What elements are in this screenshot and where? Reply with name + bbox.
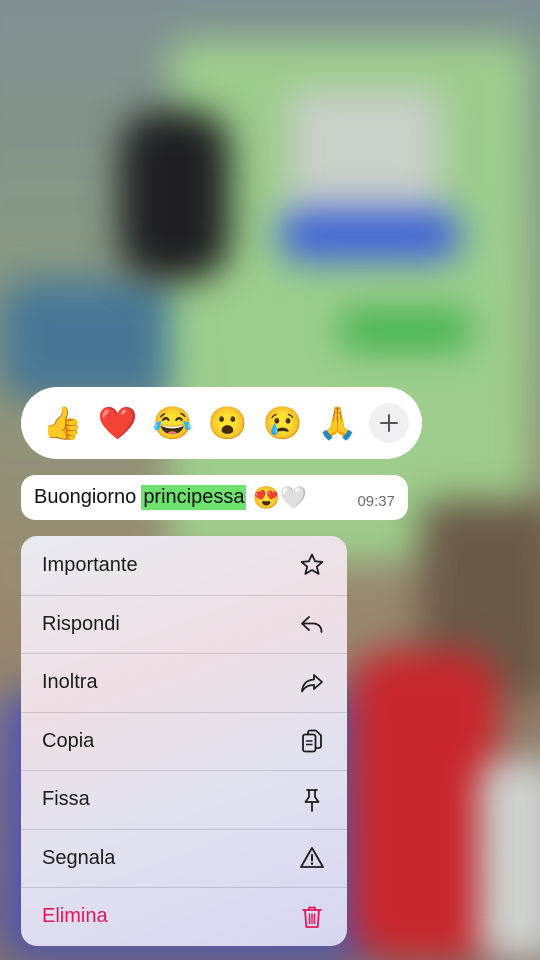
reply-icon [299, 611, 325, 637]
pin-icon [299, 787, 325, 813]
menu-item-elimina[interactable]: Elimina [21, 887, 347, 946]
menu-item-label: Importante [42, 553, 138, 576]
menu-item-label: Rispondi [42, 612, 120, 635]
message-highlighted-word: principessa [141, 485, 247, 510]
star-icon [299, 552, 325, 578]
menu-item-label: Elimina [42, 905, 108, 928]
message-emojis: 😍🤍 [252, 484, 308, 510]
menu-item-inoltra[interactable]: Inoltra [21, 653, 347, 712]
menu-item-fissa[interactable]: Fissa [21, 770, 347, 829]
menu-item-label: Inoltra [42, 671, 98, 694]
forward-icon [299, 670, 325, 696]
trash-icon [299, 904, 325, 930]
reaction-crying[interactable]: 😢 [255, 396, 310, 451]
copy-icon [299, 728, 325, 754]
menu-item-importante[interactable]: Importante [21, 536, 347, 595]
reaction-heart[interactable]: ❤️ [90, 396, 145, 451]
menu-item-label: Fissa [42, 788, 90, 811]
menu-item-copia[interactable]: Copia [21, 711, 347, 771]
plus-icon [380, 414, 398, 432]
message-bubble[interactable]: Buongiorno principessa 😍🤍 09:37 [21, 475, 408, 520]
context-menu: Importante Rispondi Inoltra Copia Fissa [21, 536, 347, 946]
reaction-bar: 👍 ❤️ 😂 😮 😢 🙏 [21, 387, 422, 459]
menu-item-segnala[interactable]: Segnala [21, 828, 347, 888]
menu-item-label: Segnala [42, 846, 116, 869]
menu-item-label: Copia [42, 729, 95, 752]
reaction-praying[interactable]: 🙏 [310, 396, 365, 451]
reaction-laughing[interactable]: 😂 [145, 396, 200, 451]
reaction-surprised[interactable]: 😮 [200, 396, 255, 451]
message-text-start: Buongiorno [34, 486, 137, 508]
message-time: 09:37 [357, 493, 395, 510]
reaction-thumbs-up[interactable]: 👍 [35, 396, 90, 451]
warning-icon [299, 845, 325, 871]
menu-item-rispondi[interactable]: Rispondi [21, 594, 347, 654]
message-text: Buongiorno principessa 😍🤍 [34, 485, 307, 510]
more-reactions-button[interactable] [369, 403, 409, 443]
